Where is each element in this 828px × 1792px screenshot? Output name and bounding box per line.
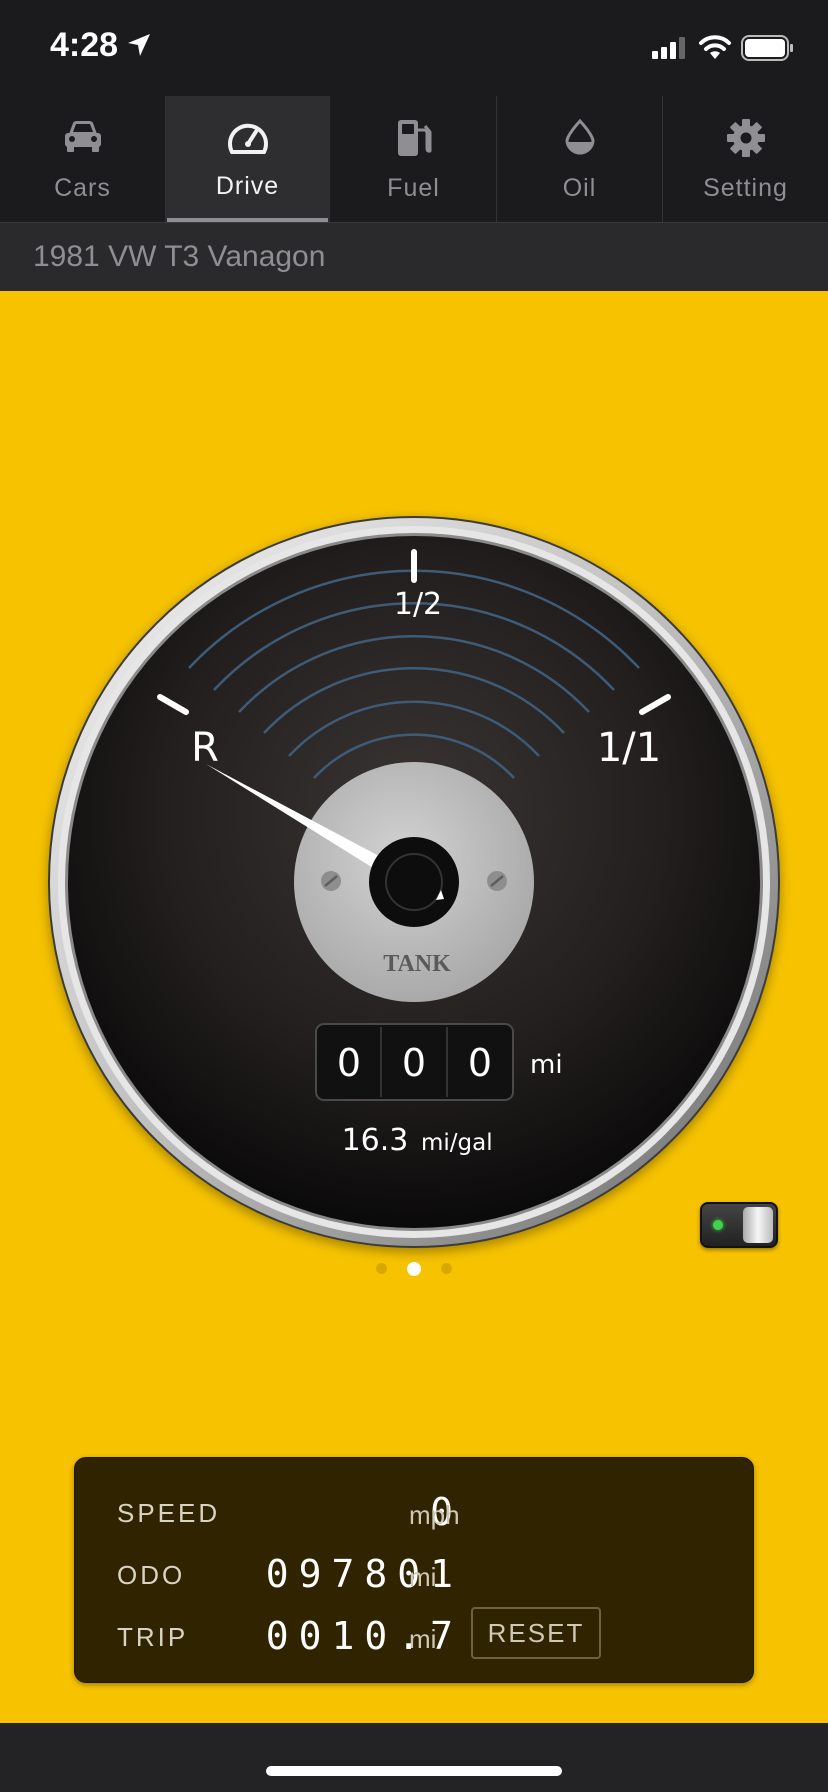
page-indicator[interactable] (0, 1260, 828, 1278)
tab-setting[interactable]: Setting (663, 96, 828, 222)
economy-unit: mi/gal (421, 1130, 493, 1156)
gauge-pivot (369, 837, 459, 927)
reset-button[interactable]: RESET (471, 1607, 601, 1659)
gauge-center-label: TANK (383, 951, 451, 977)
speed-label: SPEED (117, 1498, 221, 1528)
fuel-gauge[interactable]: R 1/2 1/1 TANK 0 0 0 mi 16.3 mi/gal (0, 291, 828, 1291)
speed-unit: mph (409, 1500, 460, 1530)
gauge-label-reserve: R (191, 725, 219, 771)
odo-label: ODO (117, 1560, 186, 1590)
page-dot[interactable] (376, 1263, 387, 1275)
home-indicator[interactable] (266, 1766, 562, 1776)
trip-info-panel: SPEED 0 mph ODO 097801 mi TRIP 0010.7 mi… (74, 1457, 754, 1683)
tab-fuel-label: Fuel (387, 174, 440, 202)
battery-icon (741, 35, 793, 61)
counter-digit-1: 0 (337, 1041, 361, 1085)
gauge-label-full: 1/1 (597, 725, 661, 771)
trip-unit: mi (409, 1624, 437, 1654)
gauge-label-half: 1/2 (394, 587, 442, 622)
counter-unit: mi (530, 1050, 563, 1080)
status-time: 4:28 (50, 26, 119, 64)
fuel-pump-icon (397, 120, 431, 156)
speedometer-icon (227, 123, 268, 154)
speed-row: SPEED 0 mph (75, 1486, 753, 1536)
tab-bar: Cars Drive Fuel Oil Setting (0, 96, 828, 223)
status-led-icon (713, 1220, 723, 1230)
tab-drive[interactable]: Drive (165, 96, 330, 222)
car-name-bar[interactable]: 1981 VW T3 Vanagon (0, 223, 828, 291)
tab-drive-label: Drive (215, 172, 280, 200)
car-icon (64, 121, 101, 152)
screw-left-icon (321, 871, 341, 891)
odo-row: ODO 097801 mi (75, 1548, 753, 1598)
cellular-signal-icon (652, 37, 685, 59)
trip-counter: 0 0 0 (315, 1023, 514, 1101)
status-bar: 4:28 (0, 0, 828, 96)
trip-label: TRIP (117, 1622, 189, 1652)
screw-right-icon (487, 871, 507, 891)
tab-setting-label: Setting (703, 174, 788, 202)
page-dot-active[interactable] (407, 1261, 421, 1276)
gear-icon (726, 119, 765, 157)
odo-unit: mi (409, 1562, 437, 1592)
trip-row: TRIP 0010.7 mi (75, 1610, 753, 1660)
tab-fuel[interactable]: Fuel (331, 96, 496, 222)
counter-digit-3: 0 (468, 1041, 492, 1085)
car-name: 1981 VW T3 Vanagon (33, 240, 326, 273)
toggle-knob (743, 1207, 773, 1243)
oil-drop-icon (564, 118, 595, 155)
economy-value: 16.3 (342, 1123, 409, 1158)
wifi-icon (699, 35, 731, 59)
tab-cars[interactable]: Cars (0, 96, 165, 222)
drive-screen: R 1/2 1/1 TANK 0 0 0 mi 16.3 mi/gal SPEE… (0, 291, 828, 1723)
tab-oil[interactable]: Oil (497, 96, 662, 222)
gauge-toggle-switch[interactable] (700, 1202, 778, 1248)
location-arrow-icon (128, 34, 150, 56)
home-area (0, 1723, 828, 1792)
page-dot[interactable] (441, 1263, 452, 1275)
counter-digit-2: 0 (402, 1041, 426, 1085)
tab-cars-label: Cars (54, 174, 111, 202)
tab-oil-label: Oil (562, 174, 597, 202)
